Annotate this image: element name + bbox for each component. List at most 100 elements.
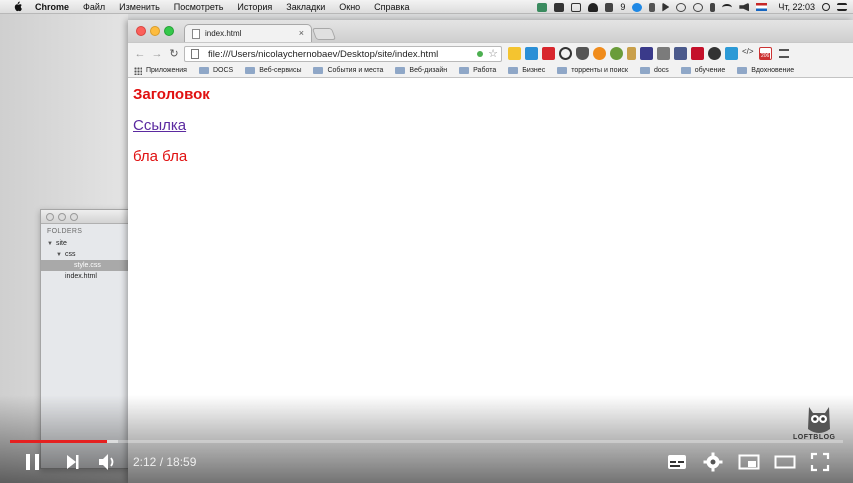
page-link[interactable]: Ссылка [133, 117, 186, 134]
flag-icon[interactable] [756, 3, 768, 11]
bookmark-folder-business[interactable]: Бизнес [508, 67, 545, 74]
tools-extension-icon[interactable] [657, 47, 670, 60]
bookmark-folder-web-services[interactable]: Веб-сервисы [245, 67, 301, 74]
recycle-extension-icon[interactable] [610, 47, 623, 60]
folder-icon [245, 67, 256, 74]
tag-extension-icon[interactable] [640, 47, 653, 60]
bookmark-label: обучение [694, 67, 726, 74]
puzzle-extension-icon[interactable] [674, 47, 687, 60]
tree-item-site[interactable]: ▼ site [41, 238, 129, 249]
editor-zoom-button[interactable] [70, 213, 78, 221]
menu-bookmarks[interactable]: Закладки [286, 2, 325, 12]
tab-strip: index.html × [128, 20, 853, 42]
editor-close-button[interactable] [46, 213, 54, 221]
calendar-extension-icon[interactable]: 206 [759, 47, 772, 60]
window-zoom-button[interactable] [164, 26, 174, 36]
bookmark-folder-torrents[interactable]: торренты и поиск [557, 67, 628, 74]
settings-gear-icon[interactable] [703, 451, 723, 473]
clock-icon[interactable] [693, 2, 704, 12]
tree-item-index-html[interactable]: index.html [41, 271, 129, 282]
extension-status-icon[interactable] [477, 51, 483, 57]
wifi-icon[interactable] [722, 3, 733, 11]
fox-extension-icon[interactable] [593, 47, 606, 60]
apps-grid-icon [134, 66, 142, 75]
time-machine-icon[interactable] [676, 2, 687, 12]
bookmarks-bar: Приложения DOCS Веб-сервисы События и ме… [128, 64, 853, 78]
bookmark-label: Вдохновение [751, 67, 795, 74]
video-icon[interactable] [571, 2, 582, 12]
menubar-clock[interactable]: Чт, 22:03 [778, 2, 815, 12]
miniplayer-icon[interactable] [738, 451, 760, 473]
url-text: file:///Users/nicolaychernobaev/Desktop/… [208, 49, 439, 60]
status-area: 9 Чт, 22:03 [537, 0, 847, 14]
skype-extension-icon[interactable] [525, 47, 538, 60]
reload-icon[interactable]: ↻ [167, 47, 181, 61]
next-video-icon[interactable] [65, 451, 81, 473]
apple-icon[interactable] [12, 1, 23, 12]
back-icon[interactable]: ← [133, 47, 147, 61]
editor-minimize-button[interactable] [58, 213, 66, 221]
volume-icon[interactable] [739, 2, 750, 12]
menu-app-name[interactable]: Chrome [35, 2, 69, 12]
bookmark-folder-docs-caps[interactable]: DOCS [198, 67, 233, 74]
bookmark-folder-learning[interactable]: обучение [680, 67, 726, 74]
folder-icon [680, 67, 691, 74]
skype-icon[interactable] [632, 2, 643, 12]
subtitles-icon[interactable] [667, 451, 687, 473]
bookmark-label: Приложения [146, 67, 187, 74]
cube-extension-icon[interactable] [725, 47, 738, 60]
bookmark-folder-work[interactable]: Работа [459, 67, 496, 74]
search-icon[interactable] [822, 3, 830, 11]
code-extension-icon[interactable]: </> [742, 47, 755, 60]
page-heading: Заголовок [133, 86, 210, 103]
menu-file[interactable]: Файл [83, 2, 105, 12]
block-extension-icon[interactable] [559, 47, 572, 60]
bookmark-folder-docs[interactable]: docs [639, 67, 669, 74]
address-bar[interactable]: file:///Users/nicolaychernobaev/Desktop/… [184, 46, 502, 62]
forward-icon[interactable]: → [150, 47, 164, 61]
menu-history[interactable]: История [237, 2, 272, 12]
chrome-menu-icon[interactable] [779, 49, 789, 58]
bookmark-folder-web-design[interactable]: Веб-дизайн [395, 67, 447, 74]
volume-icon[interactable] [98, 451, 118, 473]
folder-icon [639, 67, 650, 74]
menu-edit[interactable]: Изменить [119, 2, 160, 12]
menu-window[interactable]: Окно [339, 2, 360, 12]
tree-item-style-css[interactable]: style.css [41, 260, 129, 271]
new-tab-button[interactable] [311, 28, 337, 40]
dropbox-icon[interactable] [554, 2, 565, 12]
adobe-icon[interactable] [605, 2, 614, 12]
bookmark-extension-icon[interactable] [691, 47, 704, 60]
fullscreen-icon[interactable] [810, 451, 830, 473]
notification-center-icon[interactable] [837, 3, 847, 11]
tab-close-icon[interactable]: × [299, 28, 304, 38]
video-progress-bar[interactable] [10, 440, 843, 443]
evernote-icon[interactable] [537, 2, 548, 12]
window-close-button[interactable] [136, 26, 146, 36]
bookmark-star-icon[interactable]: ☆ [488, 47, 498, 60]
tab-index-html[interactable]: index.html × [184, 24, 312, 42]
bluetooth-icon[interactable] [710, 2, 716, 12]
folder-extension-icon[interactable] [508, 47, 521, 60]
wrench-extension-icon[interactable] [627, 47, 636, 60]
cloud-icon[interactable] [588, 2, 599, 12]
editor-titlebar[interactable] [41, 210, 129, 224]
bookmark-folder-events[interactable]: События и места [313, 67, 383, 74]
menu-help[interactable]: Справка [374, 2, 409, 12]
pause-icon[interactable] [24, 451, 42, 473]
pen-icon[interactable] [649, 2, 656, 12]
asterisk-extension-icon[interactable] [542, 47, 555, 60]
tree-item-css[interactable]: ▼ css [41, 249, 129, 260]
progress-played [10, 440, 107, 443]
menu-view[interactable]: Посмотреть [174, 2, 224, 12]
tree-item-label: css [64, 251, 76, 258]
theater-mode-icon[interactable] [774, 451, 796, 473]
bookmark-label: Веб-дизайн [409, 67, 448, 74]
pocket-extension-icon[interactable] [576, 47, 589, 60]
gear-extension-icon[interactable] [708, 47, 721, 60]
window-minimize-button[interactable] [150, 26, 160, 36]
bookmark-apps[interactable]: Приложения [134, 66, 187, 75]
play-icon[interactable] [662, 2, 670, 12]
bookmark-folder-inspiration[interactable]: Вдохновение [737, 67, 794, 74]
tree-item-label: style.css [74, 262, 101, 269]
